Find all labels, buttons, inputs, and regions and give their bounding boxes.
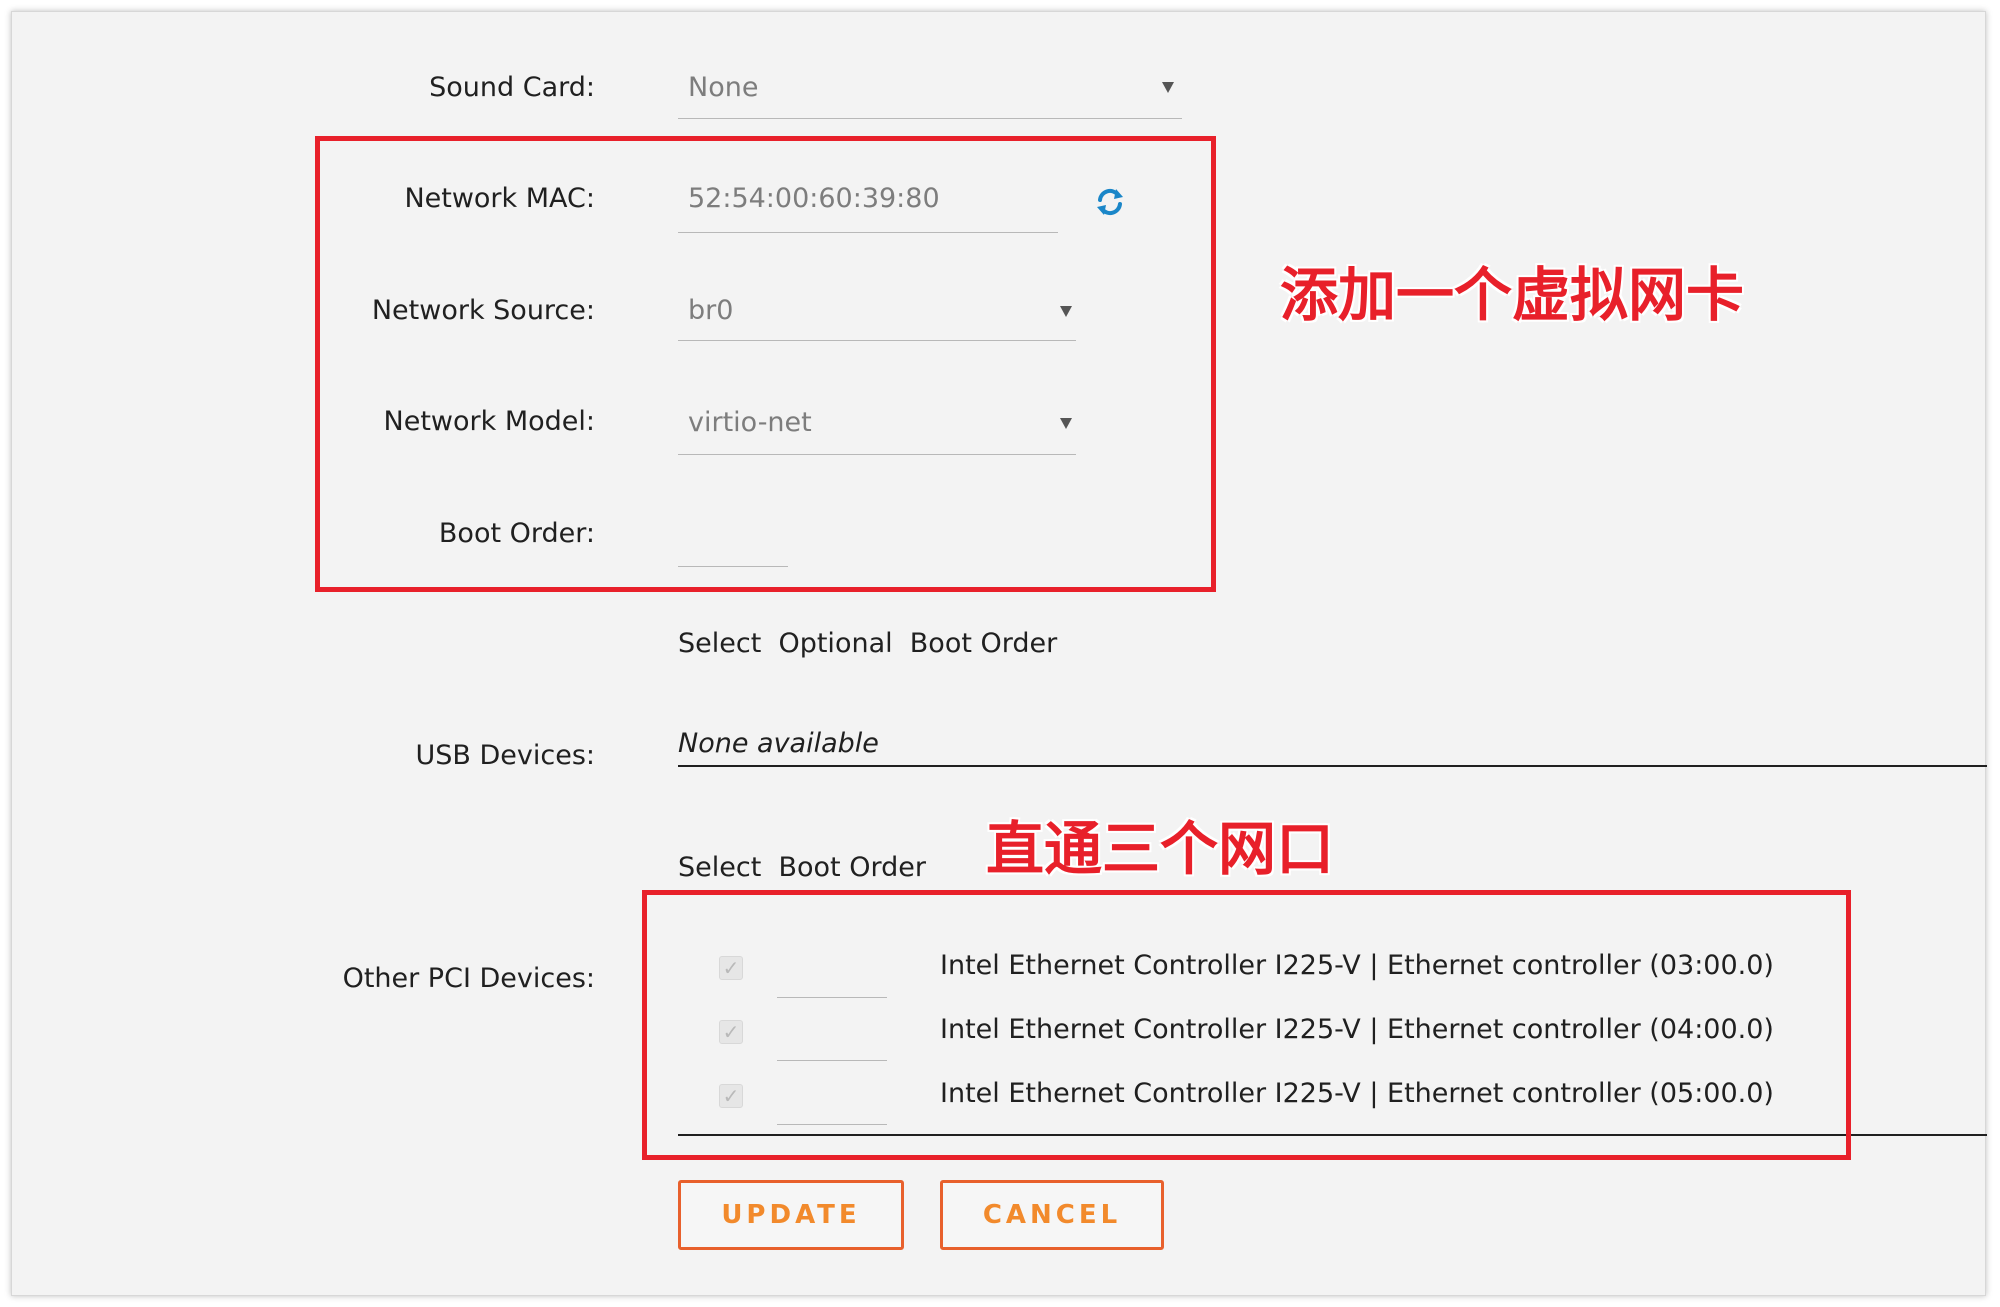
usb-devices-value: None available	[678, 728, 879, 759]
other-pci-devices-label: Other PCI Devices:	[342, 963, 595, 994]
passthrough-highlight-box	[642, 890, 1851, 1160]
usb-devices-label: USB Devices:	[415, 740, 595, 771]
virtual-nic-highlight-box	[315, 136, 1216, 592]
sound-card-value: None	[688, 72, 759, 103]
pci-column-header: Select Boot Order	[678, 852, 926, 883]
passthrough-annotation: 直通三个网口	[986, 815, 1335, 883]
sound-card-label: Sound Card:	[429, 72, 595, 103]
chevron-down-icon	[1162, 82, 1174, 93]
update-button[interactable]: UPDATE	[678, 1180, 904, 1250]
usb-divider	[678, 765, 1987, 767]
virtual-nic-annotation: 添加一个虚拟网卡	[1280, 261, 1745, 329]
cancel-button[interactable]: CANCEL	[940, 1180, 1164, 1250]
vm-settings-panel: Sound Card: None Network MAC: 52:54:00:6…	[11, 11, 1987, 1296]
boot-order-hint: Select Optional Boot Order	[678, 628, 1058, 659]
sound-card-select[interactable]: None	[678, 60, 1182, 120]
field-underline	[678, 118, 1182, 119]
